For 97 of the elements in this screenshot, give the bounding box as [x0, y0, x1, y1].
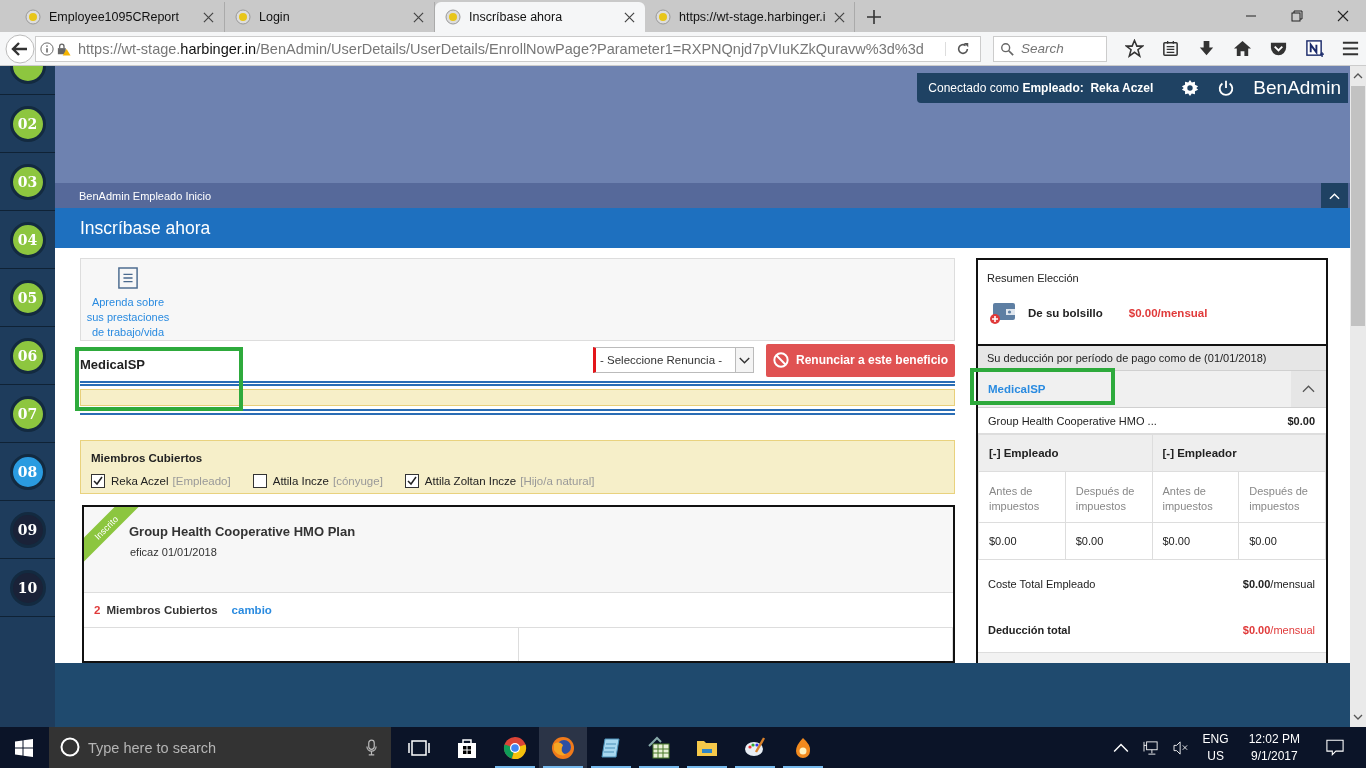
- scroll-up-icon[interactable]: [1353, 72, 1363, 80]
- table-cell: $0.00: [1152, 523, 1240, 560]
- scroll-thumb[interactable]: [1351, 86, 1365, 326]
- table-cell: $0.00: [1239, 523, 1326, 560]
- chrome-icon: [503, 735, 527, 760]
- benefit-title: MedicalSP: [80, 355, 147, 372]
- star-icon[interactable]: [1125, 39, 1144, 58]
- close-icon[interactable]: [203, 11, 214, 23]
- scroll-down-icon[interactable]: [1353, 713, 1363, 721]
- reload-icon[interactable]: [945, 41, 970, 56]
- menu-icon[interactable]: [1341, 39, 1360, 58]
- reading-list-icon[interactable]: [1161, 39, 1180, 58]
- microphone-icon[interactable]: [366, 739, 377, 756]
- step-number[interactable]: 10: [9, 569, 46, 606]
- settings-icon[interactable]: [1181, 79, 1200, 97]
- member-name: Reka Aczel: [111, 475, 169, 488]
- close-icon[interactable]: [624, 11, 635, 23]
- out-of-pocket-label: De su bolsillo: [1028, 307, 1103, 319]
- table-cell: $0.00: [979, 523, 1066, 560]
- member-role: [Empleado]: [172, 475, 231, 488]
- checkbox[interactable]: [91, 474, 105, 489]
- back-icon[interactable]: [5, 33, 35, 64]
- taskbar-search-field[interactable]: Type here to search: [49, 727, 391, 768]
- close-icon[interactable]: [413, 11, 424, 23]
- power-icon[interactable]: [1217, 79, 1236, 97]
- extension-icon[interactable]: [1305, 39, 1324, 58]
- notepad-icon: [599, 735, 623, 760]
- taskbar-app[interactable]: [539, 727, 587, 768]
- table-header: Después de impuestos: [1239, 472, 1326, 523]
- plan-name: Group Health Cooperative HMO ...: [988, 414, 1157, 427]
- table-cell: $0.00: [1065, 523, 1153, 560]
- change-link[interactable]: cambio: [231, 603, 272, 616]
- waive-button[interactable]: Renunciar a este beneficio: [766, 343, 955, 377]
- table-header: Después de impuestos: [1065, 472, 1153, 523]
- close-icon[interactable]: [833, 11, 845, 23]
- plan-amount: $0.00: [1287, 414, 1315, 427]
- member-count: 2: [94, 603, 101, 616]
- section-title: Miembros Cubiertos: [91, 452, 204, 465]
- plan-name: Group Health Cooperative HMO Plan: [129, 523, 357, 539]
- benefits-info-link[interactable]: Aprenda sobre sus prestaciones de trabajo/vida: [85, 295, 171, 340]
- member-name: Attila Incze: [272, 475, 329, 488]
- plus-icon[interactable]: [867, 10, 881, 24]
- site-icon: [235, 9, 251, 25]
- chevron-up-icon: [1302, 385, 1315, 393]
- member-name: Attila Zoltan Incze: [424, 475, 517, 488]
- home-icon[interactable]: [1233, 39, 1252, 58]
- member-role: [cónyuge]: [332, 475, 383, 488]
- info-icon[interactable]: [40, 41, 54, 56]
- accordion-header[interactable]: MedicalSP: [978, 371, 1326, 408]
- step-number[interactable]: 09: [9, 511, 46, 548]
- spreadsheet-icon: [647, 735, 671, 760]
- breadcrumb-link[interactable]: BenAdmin Empleado Inicio: [79, 189, 212, 202]
- members-label: Miembros Cubiertos: [106, 603, 218, 616]
- total-amount: $0.00/mensual: [1242, 624, 1315, 636]
- table-header: Antes de impuestos: [979, 472, 1066, 523]
- search-field[interactable]: Search: [993, 35, 1107, 62]
- total-label: Coste Total Empleado: [988, 578, 1096, 590]
- lock-warning-icon[interactable]: [57, 41, 71, 56]
- benefit-link[interactable]: MedicalSP: [978, 383, 1046, 395]
- clock[interactable]: 12:02 PM 9/1/2017: [1248, 730, 1300, 765]
- search-icon: [1000, 41, 1014, 56]
- notification-icon[interactable]: [1326, 739, 1344, 756]
- total-amount: $0.00/mensual: [1242, 578, 1315, 590]
- out-of-pocket-amount: $0.00/mensual: [1128, 307, 1208, 319]
- summary-title: Resumen Elección: [987, 272, 1079, 284]
- toggle-button[interactable]: [1291, 371, 1326, 407]
- deduction-caption: Su deducción por período de pago como de (01/01/2018): [987, 352, 1267, 364]
- app-logo-text: BenAdmin: [1253, 77, 1341, 99]
- circle-icon: [60, 737, 80, 757]
- step-number[interactable]: 08: [9, 453, 46, 490]
- site-icon: [25, 9, 41, 25]
- table-header: Antes de impuestos: [1152, 472, 1240, 523]
- page-title: Inscríbase ahora: [80, 217, 211, 239]
- address-bar[interactable]: https://wt-stage.harbinger.in/BenAdmin/UserDetails/UserDetails/EnrollNowPage?Parameter1=RXPNQnjd7pVIuKZkQuravw%3d%3d: [35, 35, 981, 62]
- member-role: [Hijo/a natural]: [520, 475, 595, 488]
- chevron-up-icon: [1329, 191, 1340, 200]
- collapse-button[interactable]: [1321, 183, 1348, 208]
- logged-in-text: Conectado como Empleado: Reka Aczel: [928, 81, 1154, 95]
- table-header[interactable]: [-] Empleado: [979, 435, 1153, 472]
- effective-date: eficaz 01/01/2018: [129, 545, 218, 558]
- network-icon[interactable]: [1142, 740, 1159, 755]
- checkbox[interactable]: [252, 474, 267, 489]
- ban-icon: [772, 352, 789, 369]
- total-label: Deducción total: [988, 624, 1071, 636]
- site-icon: [445, 9, 461, 25]
- site-icon: [655, 9, 671, 25]
- volume-muted-icon[interactable]: [1172, 740, 1189, 755]
- browser-tab[interactable]: Inscríbase ahora: [435, 2, 645, 32]
- wallet-icon: [990, 301, 1016, 325]
- scrollbar[interactable]: [1350, 66, 1366, 727]
- table-header[interactable]: [-] Empleador: [1152, 435, 1326, 472]
- checkbox[interactable]: [404, 474, 419, 489]
- waive-dropdown[interactable]: - Seleccione Renuncia -: [593, 347, 754, 374]
- document-icon[interactable]: [118, 267, 138, 289]
- language-indicator[interactable]: ENG US: [1202, 730, 1229, 765]
- fox-globe-icon: [551, 735, 575, 760]
- url-text: https://wt-stage.harbinger.in/BenAdmin/UserDetails/UserDetails/EnrollNowPage?Parameter1=RXPNQnjd7pVIuKZkQuravw%3d%3d: [78, 40, 925, 57]
